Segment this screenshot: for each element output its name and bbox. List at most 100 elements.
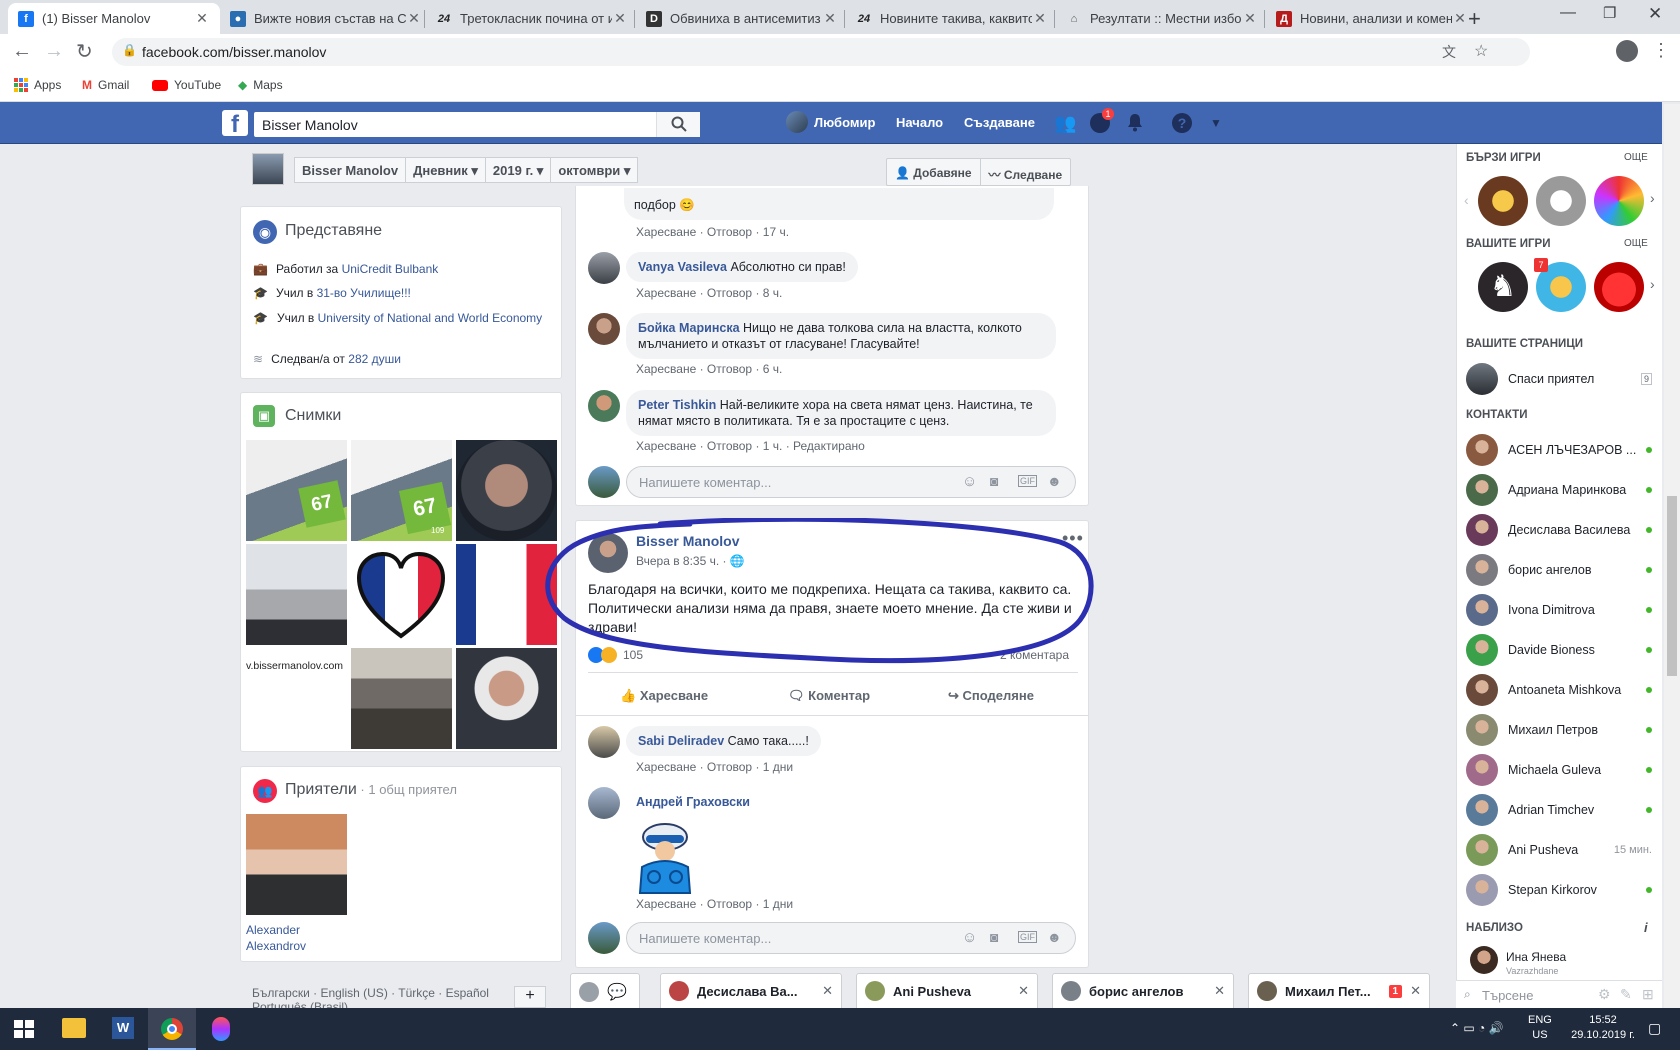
browser-tab-5[interactable]: 24 Новините такива, каквито ✕ [846,3,1058,34]
commenter-avatar[interactable] [588,726,620,758]
scrollbar-thumb[interactable] [1667,496,1677,676]
browser-tab-1[interactable]: f (1) Bisser Manolov ✕ [8,3,220,34]
app-pin-icon[interactable] [212,1017,230,1041]
chat-tab-ani[interactable]: Ani Pusheva ✕ [856,973,1038,1009]
browser-tab-7[interactable]: Д Новини, анализи и комен ✕ [1266,3,1478,34]
game-2[interactable] [1536,176,1586,226]
timeline-dropdown[interactable]: Дневник ▾ [406,158,486,182]
commenter-name[interactable]: Бойка Маринска [638,321,740,335]
translate-icon[interactable]: 文 [1442,42,1456,62]
profile-name-filter[interactable]: Bisser Manolov [295,158,407,182]
photo-9[interactable] [456,648,557,749]
angry-birds-game[interactable] [1594,262,1644,312]
comment-input[interactable]: Напишете коментар... ☺ ◙ GIF ☻ [626,922,1076,954]
contact-item[interactable]: Ani Pusheva 15 мин. [1466,833,1652,867]
photo-8[interactable] [351,648,452,749]
contact-item[interactable]: Адриана Маринкова [1466,473,1652,507]
bookmark-star-icon[interactable]: ☆ [1474,41,1488,61]
contact-item[interactable]: АСЕН ЛЪЧЕЗАРОВ ... [1466,433,1652,467]
minimize-icon[interactable]: — [1560,4,1576,22]
word-icon[interactable]: W [112,1017,134,1039]
windows-start-icon[interactable] [14,1020,34,1038]
friend-requests-icon[interactable]: 👥 [1054,113,1076,134]
forward-icon[interactable]: → [44,40,64,63]
close-chat-icon[interactable]: ✕ [822,983,833,999]
emoji-icon[interactable]: ☺ [962,929,977,946]
contact-item[interactable]: Davide Bioness [1466,633,1652,667]
close-tab-icon[interactable]: ✕ [406,10,422,27]
contact-item[interactable]: Десислава Василева [1466,513,1652,547]
follow-button[interactable]: 〰 Следване [981,159,1071,185]
contact-item[interactable]: Stepan Kirkorov [1466,873,1652,907]
bookmark-apps[interactable]: Apps [14,78,61,92]
comment-input[interactable]: Напишете коментар... ☺ ◙ GIF ☻ [626,466,1076,498]
close-tab-icon[interactable]: ✕ [1032,10,1048,27]
contact-item[interactable]: Adrian Timchev [1466,793,1652,827]
nav-profile-link[interactable]: Любомир [814,115,875,130]
year-dropdown[interactable]: 2019 г. ▾ [486,158,552,182]
chevron-left-icon[interactable]: ‹ [1464,192,1469,208]
profile-avatar-icon[interactable] [1616,40,1638,62]
facebook-logo-icon[interactable]: f [222,110,248,136]
chevron-right-icon[interactable]: › [1650,276,1655,292]
contact-item[interactable]: Michaela Guleva [1466,753,1652,787]
contact-item[interactable]: Ivona Dimitrova [1466,593,1652,627]
commenter-avatar[interactable] [588,390,620,422]
commenter-name[interactable]: Peter Tishkin [638,398,716,412]
browser-tab-3[interactable]: 24 Третокласник почина от и ✕ [426,3,638,34]
user-avatar[interactable] [786,111,808,133]
comment-meta[interactable]: Харесване · Отговор · 1 дни [636,760,793,774]
language-links[interactable]: Български · English (US) · Türkçe · Espa… [252,986,489,1000]
search-button[interactable] [656,112,700,137]
work-link[interactable]: UniCredit Bulbank [342,262,439,276]
new-tab-icon[interactable]: + [1468,6,1481,32]
commenter-name[interactable]: Vanya Vasileva [638,260,727,274]
close-chat-icon[interactable]: ✕ [1214,983,1225,999]
close-tab-icon[interactable]: ✕ [822,10,838,27]
gif-icon[interactable]: GIF [1018,475,1037,487]
comment-meta[interactable]: Харесване · Отговор · 1 дни [636,897,793,911]
language-indicator[interactable]: ENG US [1528,1013,1552,1043]
photo-5[interactable] [351,544,452,645]
comment-meta[interactable]: Харесване · Отговор · 17 ч. [636,225,789,239]
reload-icon[interactable]: ↻ [76,39,93,64]
info-icon[interactable]: i [1644,920,1648,935]
menu-dots-icon[interactable]: ⋮ [1652,40,1670,61]
restore-icon[interactable]: ❐ [1603,4,1616,22]
add-friend-button[interactable]: 👤 Добавяне [887,159,981,185]
photo-7[interactable]: v.bissermanolov.com [246,648,347,749]
close-tab-icon[interactable]: ✕ [1242,10,1258,27]
friend-photo[interactable] [246,814,347,915]
commenter-avatar[interactable] [588,252,620,284]
chat-collapsed[interactable]: 💬 [570,973,640,1009]
photo-2[interactable]: 67 109 [351,440,452,541]
account-menu-chevron-icon[interactable]: ▼ [1210,116,1222,130]
photo-4[interactable] [246,544,347,645]
camera-icon[interactable]: ◙ [990,929,998,945]
chat-search-input[interactable]: ⌕ Търсене ⚙ ✎ ⊞ [1456,980,1662,1008]
chevron-right-icon[interactable]: › [1650,190,1655,206]
more-quick-games-link[interactable]: ОЩЕ [1624,152,1648,163]
chat-tab-mihail[interactable]: Михаил Пет... 1 ✕ [1248,973,1430,1009]
friend-name-link[interactable]: Alexander Alexandrov [246,922,306,954]
nav-create-link[interactable]: Създаване [964,115,1035,130]
clock[interactable]: 15:52 29.10.2019 г. [1566,1013,1640,1043]
file-explorer-icon[interactable] [62,1018,86,1038]
help-icon[interactable]: ? [1172,113,1192,133]
contact-item[interactable]: Antoaneta Mishkova [1466,673,1652,707]
commenter-avatar[interactable] [588,313,620,345]
notifications-bell-icon[interactable] [1126,112,1144,132]
camera-icon[interactable]: ◙ [990,473,998,489]
nearby-avatar[interactable] [1470,946,1498,974]
month-dropdown[interactable]: октомври ▾ [551,158,637,182]
emoji-icon[interactable]: ☺ [962,473,977,490]
commenter-avatar[interactable] [588,787,620,819]
nav-home-link[interactable]: Начало [896,115,943,130]
sticker-icon[interactable]: ☻ [1047,473,1062,489]
notifications-icon[interactable]: ▢ [1648,1020,1661,1037]
comments-count[interactable]: 2 коментара [1000,648,1069,662]
game-bubble[interactable] [1594,176,1644,226]
chess-game-icon[interactable]: ♞ [1478,262,1528,312]
nearby-name[interactable]: Ина Янева [1506,950,1566,964]
bookmark-maps[interactable]: ◆ Maps [238,78,283,92]
